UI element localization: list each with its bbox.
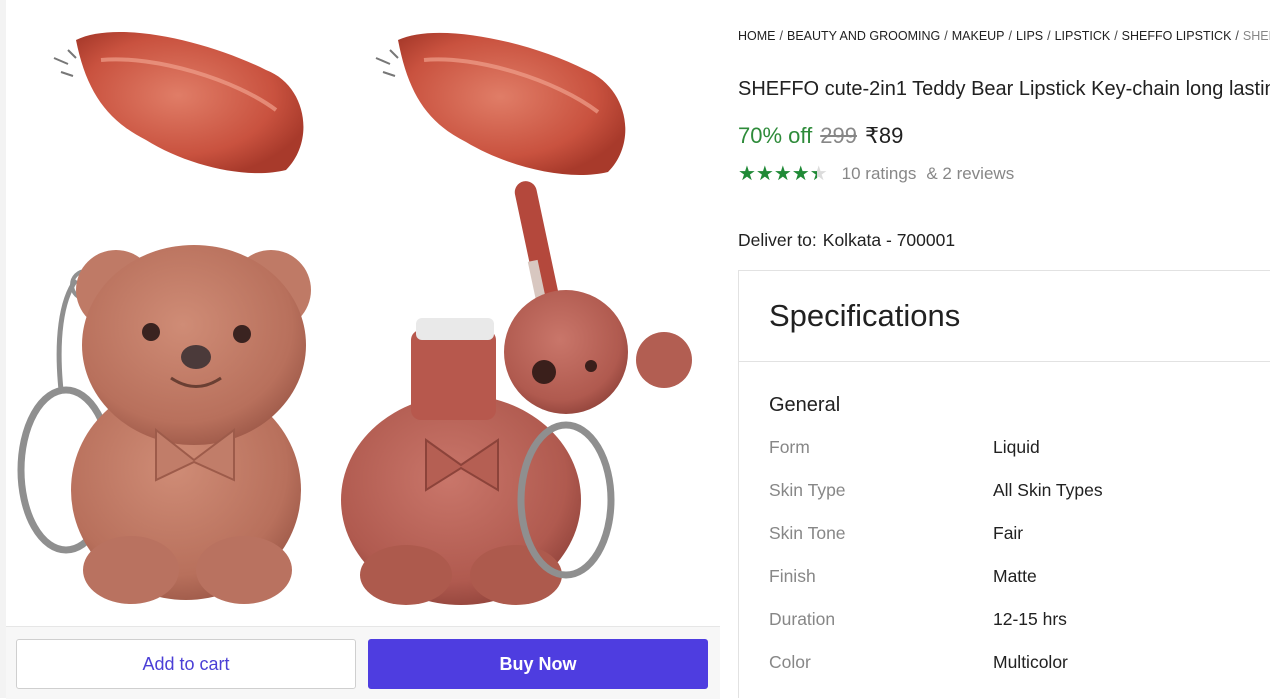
breadcrumb-beauty-and-grooming[interactable]: BEAUTY AND GROOMING	[787, 29, 940, 43]
spec-value: All Skin Types	[993, 480, 1103, 500]
cta-bar: Add to cart Buy Now	[6, 626, 720, 699]
breadcrumb-separator: /	[1235, 29, 1239, 43]
breadcrumb: HOME / BEAUTY AND GROOMING / MAKEUP / LIPS / LIP…	[738, 29, 1270, 43]
ratings-count[interactable]: 10 ratings	[842, 164, 917, 184]
product-gallery: Add to cart Buy Now	[0, 0, 720, 699]
specifications-heading: Specifications	[739, 271, 1270, 362]
selling-price: ₹89	[864, 123, 904, 148]
price-row: 70% off 299 ₹89	[738, 123, 903, 149]
lipstick-swatch-right	[375, 32, 626, 176]
spec-key: Skin Tone	[769, 523, 846, 543]
breadcrumb-lipstick[interactable]: LIPSTICK	[1055, 29, 1111, 43]
delivery-location[interactable]: Deliver to: Kolkata - 700001	[738, 230, 955, 251]
product-image[interactable]	[6, 0, 720, 625]
breadcrumb-separator: /	[944, 29, 948, 43]
buy-now-button[interactable]: Buy Now	[368, 639, 708, 689]
breadcrumb-lips[interactable]: LIPS	[1016, 29, 1043, 43]
spec-value: Liquid	[993, 437, 1040, 457]
spec-value: Fair	[993, 523, 1024, 543]
breadcrumb-separator: /	[779, 29, 783, 43]
breadcrumb-makeup[interactable]: MAKEUP	[952, 29, 1005, 43]
star-rating-icon: ★★★★★ ★★★★★	[738, 164, 828, 184]
lipstick-swatch-left	[53, 31, 304, 174]
spec-value: Multicolor	[993, 652, 1068, 672]
spec-key: Finish	[769, 566, 816, 586]
breadcrumb-current: SHEFFO	[1242, 29, 1270, 43]
spec-key: Color	[769, 652, 811, 672]
delivery-pincode[interactable]: Kolkata - 700001	[823, 230, 955, 250]
deliver-to-label: Deliver to:	[738, 230, 817, 250]
specifications-panel: Specifications General Form Liquid Skin …	[738, 270, 1270, 698]
product-title: SHEFFO cute-2in1 Teddy Bear Lipstick Key…	[738, 78, 1270, 100]
breadcrumb-separator: /	[1047, 29, 1051, 43]
breadcrumb-home[interactable]: HOME	[738, 29, 776, 43]
add-to-cart-button[interactable]: Add to cart	[16, 639, 356, 689]
spec-value: Matte	[993, 566, 1037, 586]
star-rating-filled: ★★★★★	[738, 164, 817, 184]
spec-value: 12-15 hrs	[993, 609, 1067, 629]
spec-key: Form	[769, 437, 810, 457]
spec-key: Duration	[769, 609, 836, 629]
rating-row[interactable]: ★★★★★ ★★★★★ 10 ratings & 2 reviews	[738, 164, 1014, 184]
discount-percent: 70% off	[738, 123, 813, 148]
breadcrumb-sheffo-lipstick[interactable]: SHEFFO LIPSTICK	[1122, 29, 1232, 43]
product-details: HOME / BEAUTY AND GROOMING / MAKEUP / LIPS / LIP…	[738, 0, 1270, 698]
teddy-bear-open	[341, 181, 692, 605]
teddy-bear-closed	[71, 245, 311, 604]
reviews-count[interactable]: & 2 reviews	[926, 164, 1014, 184]
original-price: 299	[820, 123, 857, 148]
breadcrumb-separator: /	[1008, 29, 1013, 43]
spec-key: Skin Type	[769, 480, 846, 500]
spec-section-general: General	[769, 394, 841, 416]
breadcrumb-separator: /	[1114, 29, 1118, 43]
